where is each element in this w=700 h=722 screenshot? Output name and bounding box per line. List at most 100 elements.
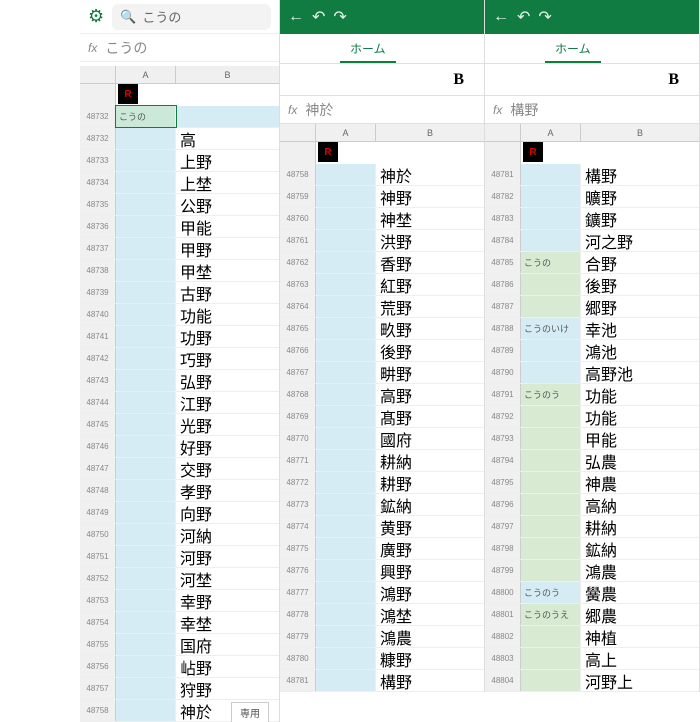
- redo-icon[interactable]: ↷: [333, 7, 346, 27]
- cell-b[interactable]: 幸野: [176, 590, 279, 611]
- row-number[interactable]: 48765: [280, 318, 316, 339]
- cell-b[interactable]: 畂野: [376, 318, 484, 339]
- cell-a[interactable]: [116, 700, 176, 721]
- row-number[interactable]: 48791: [485, 384, 521, 405]
- row-number[interactable]: 48793: [485, 428, 521, 449]
- row-number[interactable]: 48742: [80, 348, 116, 369]
- cell-b[interactable]: 神埜: [376, 208, 484, 229]
- cell-b[interactable]: 弘農: [581, 450, 699, 471]
- row-number[interactable]: 48770: [280, 428, 316, 449]
- row-number[interactable]: 48763: [280, 274, 316, 295]
- cell-b[interactable]: 河野: [176, 546, 279, 567]
- cell-b[interactable]: 紅野: [376, 274, 484, 295]
- bold-button[interactable]: B: [453, 71, 464, 89]
- cell-a[interactable]: [521, 164, 581, 185]
- row-number[interactable]: 48740: [80, 304, 116, 325]
- cell-a[interactable]: [521, 648, 581, 669]
- corner-cell[interactable]: [280, 124, 316, 141]
- cell-b[interactable]: 功能: [176, 304, 279, 325]
- cell-b[interactable]: 鴻池: [581, 340, 699, 361]
- row-number[interactable]: 48739: [80, 282, 116, 303]
- cell-b[interactable]: 岾野: [176, 656, 279, 677]
- row-number[interactable]: 48783: [485, 208, 521, 229]
- cell-a[interactable]: [316, 626, 376, 647]
- search-input[interactable]: 🔍 こうの: [112, 4, 271, 30]
- cell-b[interactable]: [176, 106, 279, 127]
- cell-a[interactable]: こうの: [521, 252, 581, 273]
- cell-b[interactable]: 公野: [176, 194, 279, 215]
- undo-icon[interactable]: ↶: [517, 7, 530, 27]
- cell-b[interactable]: 興野: [376, 560, 484, 581]
- row-number[interactable]: 48777: [280, 582, 316, 603]
- cell-b[interactable]: 耕納: [376, 450, 484, 471]
- cell-a[interactable]: [116, 326, 176, 347]
- cell-a[interactable]: [116, 370, 176, 391]
- sheet-tab[interactable]: 専用: [231, 702, 269, 722]
- row-number[interactable]: 48771: [280, 450, 316, 471]
- cell-b[interactable]: 河野上: [581, 670, 699, 691]
- cell-b[interactable]: 江野: [176, 392, 279, 413]
- cell-a[interactable]: [521, 274, 581, 295]
- fx-value[interactable]: 構野: [510, 100, 538, 120]
- cell-b[interactable]: 郷野: [581, 296, 699, 317]
- cell-a[interactable]: [116, 194, 176, 215]
- cell-a[interactable]: [316, 318, 376, 339]
- row-number[interactable]: 48767: [280, 362, 316, 383]
- row-number[interactable]: 48757: [80, 678, 116, 699]
- col-header-a[interactable]: A: [316, 124, 376, 141]
- cell-b[interactable]: 畊野: [376, 362, 484, 383]
- cell-b[interactable]: 高野池: [581, 362, 699, 383]
- cell-a[interactable]: [116, 612, 176, 633]
- row-number[interactable]: 48743: [80, 370, 116, 391]
- row-number[interactable]: 48734: [80, 172, 116, 193]
- cell-b[interactable]: 廣野: [376, 538, 484, 559]
- cell-b[interactable]: 国府: [176, 634, 279, 655]
- row-number[interactable]: 48762: [280, 252, 316, 273]
- cell-a[interactable]: [116, 568, 176, 589]
- cell-a[interactable]: [316, 450, 376, 471]
- row-number[interactable]: 48764: [280, 296, 316, 317]
- cell-b[interactable]: 功能: [581, 384, 699, 405]
- cell-b[interactable]: 鉱納: [581, 538, 699, 559]
- row-number[interactable]: 48776: [280, 560, 316, 581]
- row-number[interactable]: 48758: [280, 164, 316, 185]
- cell-b[interactable]: 國府: [376, 428, 484, 449]
- cell-b[interactable]: 河之野: [581, 230, 699, 251]
- row-number[interactable]: 48800: [485, 582, 521, 603]
- cell-b[interactable]: 幸埜: [176, 612, 279, 633]
- cell-a[interactable]: [316, 560, 376, 581]
- cell-b[interactable]: 黄野: [376, 516, 484, 537]
- col-header-b[interactable]: B: [581, 124, 699, 141]
- cell-b[interactable]: 鴻農: [376, 626, 484, 647]
- row-number[interactable]: 48772: [280, 472, 316, 493]
- cell-a[interactable]: [316, 164, 376, 185]
- cell-a[interactable]: [316, 208, 376, 229]
- row-number[interactable]: 48784: [485, 230, 521, 251]
- fx-value[interactable]: 神於: [305, 100, 333, 120]
- row-number[interactable]: 48775: [280, 538, 316, 559]
- cell-a[interactable]: [316, 274, 376, 295]
- cell-a[interactable]: [116, 436, 176, 457]
- cell-b[interactable]: 甲野: [176, 238, 279, 259]
- cell-b[interactable]: 高上: [581, 648, 699, 669]
- cell-b[interactable]: 功能: [581, 406, 699, 427]
- row-number[interactable]: 48782: [485, 186, 521, 207]
- row-number[interactable]: 48755: [80, 634, 116, 655]
- cell-a[interactable]: [316, 186, 376, 207]
- cell-a[interactable]: [316, 296, 376, 317]
- cell-b[interactable]: 弘野: [176, 370, 279, 391]
- cell-b[interactable]: 構野: [376, 670, 484, 691]
- cell-b[interactable]: 洪野: [376, 230, 484, 251]
- row-number[interactable]: 48750: [80, 524, 116, 545]
- cell-a[interactable]: [521, 230, 581, 251]
- row-number[interactable]: 48781: [485, 164, 521, 185]
- cell-a[interactable]: [116, 414, 176, 435]
- cell-b[interactable]: 河埜: [176, 568, 279, 589]
- cell-a[interactable]: [116, 678, 176, 699]
- row-number[interactable]: 48761: [280, 230, 316, 251]
- cell-a[interactable]: [116, 128, 176, 149]
- cell-a[interactable]: [116, 282, 176, 303]
- cell-a[interactable]: [316, 252, 376, 273]
- row-number[interactable]: 48738: [80, 260, 116, 281]
- cell-b[interactable]: 甲埜: [176, 260, 279, 281]
